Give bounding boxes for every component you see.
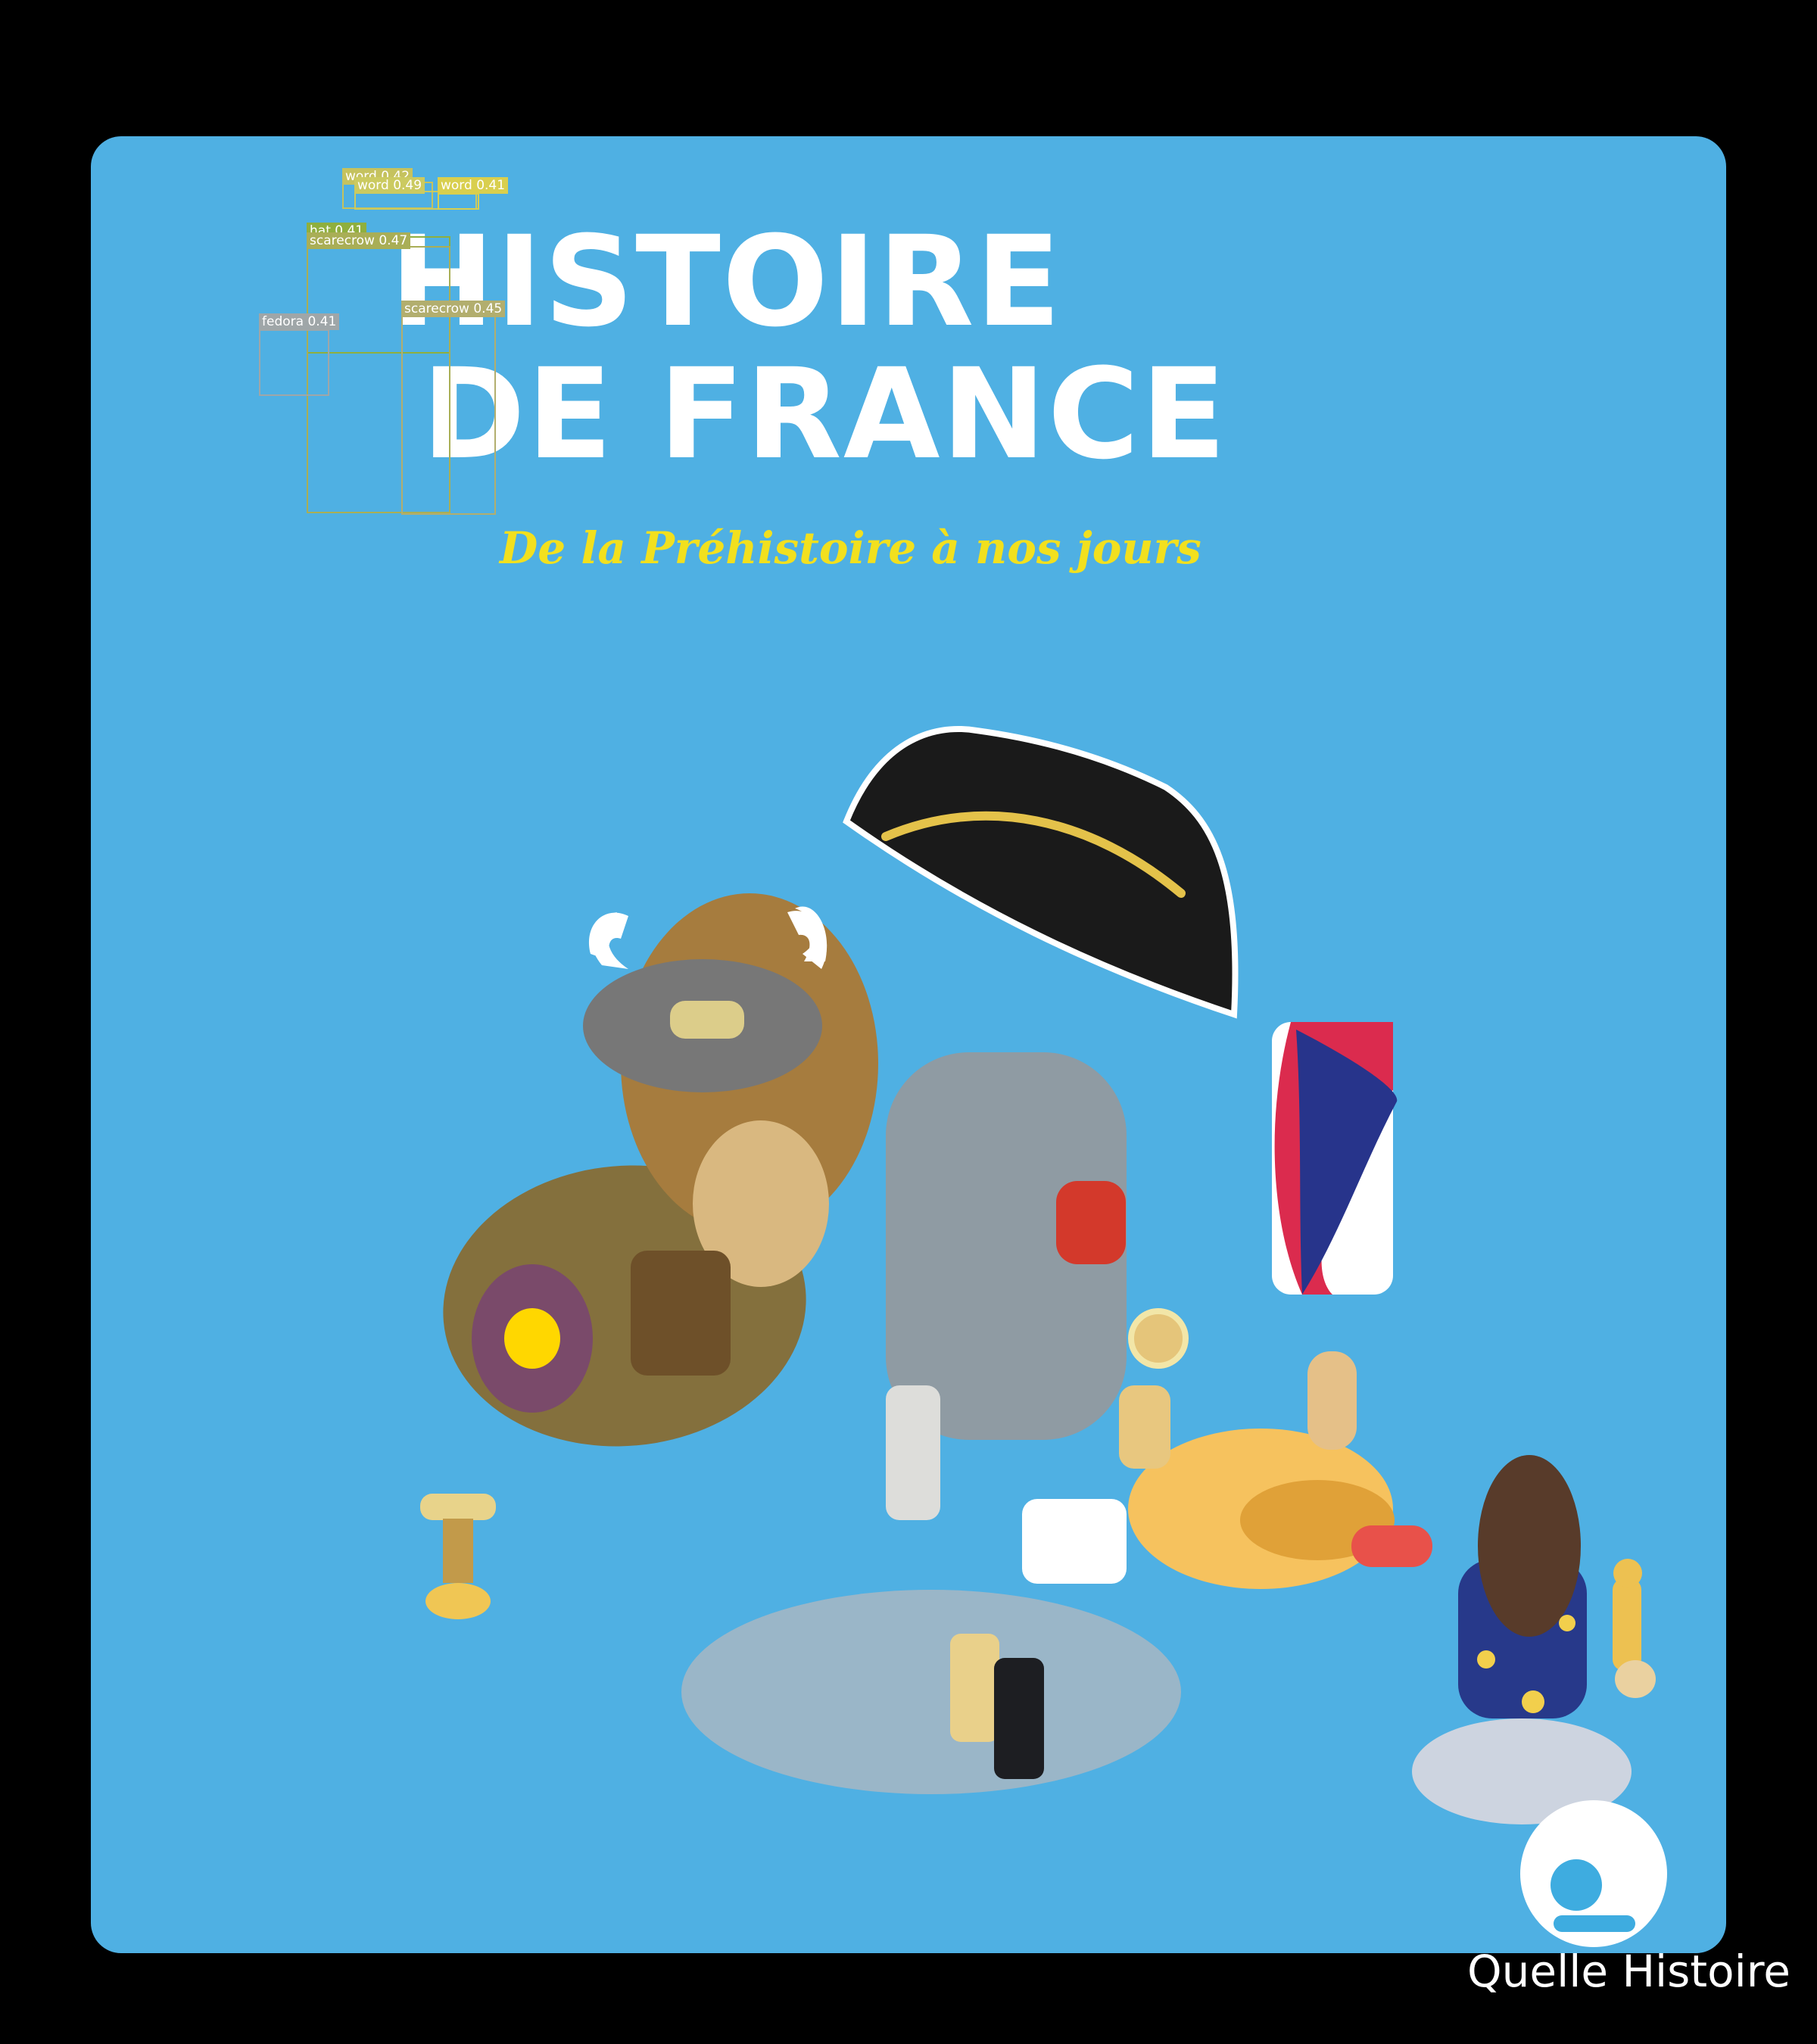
detection-box — [438, 193, 479, 210]
french-flag-icon — [1272, 1022, 1398, 1295]
detection-box — [401, 314, 496, 515]
child-icon — [1458, 1455, 1656, 1718]
sun-king-icon — [1119, 1351, 1432, 1589]
floor-shadow — [681, 1590, 1181, 1794]
detection-label: word 0.41 — [438, 177, 509, 194]
bicorne-hat-icon — [843, 725, 1239, 1019]
detection-label: scarecrow 0.45 — [401, 301, 506, 317]
detection-label: scarecrow 0.47 — [307, 232, 411, 249]
detection-box — [259, 329, 329, 396]
publisher-name: Quelle Histoire — [1467, 1946, 1791, 1997]
person-icon — [1520, 1800, 1667, 1947]
cover-illustration — [420, 725, 1667, 1947]
detection-label: fedora 0.41 — [259, 313, 340, 330]
detection-label: word 0.49 — [354, 177, 425, 194]
candle-stand-icon — [420, 1494, 496, 1619]
